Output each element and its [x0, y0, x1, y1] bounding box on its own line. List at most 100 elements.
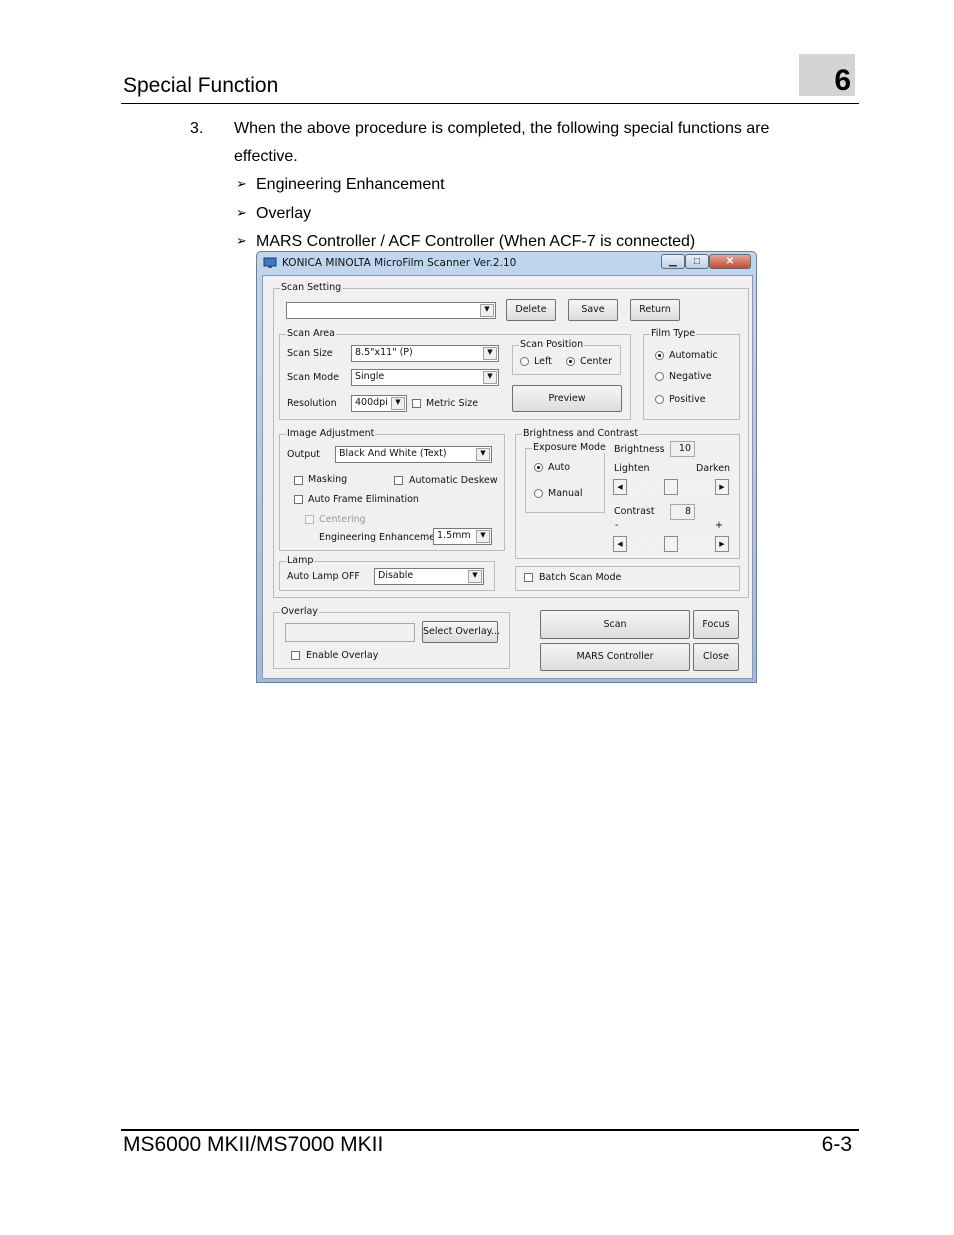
group-legend: Exposure Mode [532, 442, 607, 453]
engineering-enhancement-label: Engineering Enhancement [319, 532, 445, 543]
group-legend: Film Type [650, 328, 697, 339]
page-header-title: Special Function [123, 74, 279, 97]
group-legend: Scan Area [286, 328, 336, 339]
chevron-down-icon[interactable]: ▼ [483, 371, 497, 384]
footer-rule [121, 1129, 859, 1131]
combo-value: 1.5mm [437, 530, 471, 541]
step-number: 3. [190, 120, 204, 137]
position-left-radio[interactable] [520, 357, 529, 366]
footer-page-number: 6-3 [821, 1133, 852, 1156]
resolution-select[interactable]: 400dpi ▼ [351, 395, 407, 412]
brightness-slider[interactable]: ◀ ▶ [613, 479, 729, 495]
film-automatic-label: Automatic [669, 350, 718, 361]
slider-right-arrow[interactable]: ▶ [715, 536, 729, 552]
step-text-line2: effective. [234, 148, 298, 165]
bullet-marker: ➢ [236, 176, 247, 191]
scan-button[interactable]: Scan [540, 610, 690, 639]
brightness-label: Brightness [614, 444, 665, 455]
contrast-value-field: 8 [670, 504, 695, 520]
masking-label: Masking [308, 474, 348, 485]
film-automatic-radio[interactable] [655, 351, 664, 360]
window-client-area: Scan Setting ▼ Delete Save Return Scan A… [262, 275, 753, 679]
position-left-label: Left [534, 356, 552, 367]
chapter-tab: 6 [799, 54, 855, 97]
group-legend: Image Adjustment [286, 428, 376, 439]
step-text-line1: When the above procedure is completed, t… [234, 120, 770, 137]
chevron-down-icon[interactable]: ▼ [483, 347, 497, 360]
group-legend: Overlay [280, 606, 319, 617]
chevron-down-icon[interactable]: ▼ [476, 448, 490, 461]
chevron-down-icon[interactable]: ▼ [468, 570, 482, 583]
automatic-deskew-checkbox[interactable] [394, 476, 403, 485]
slider-left-arrow[interactable]: ◀ [613, 479, 627, 495]
output-select[interactable]: Black And White (Text) ▼ [335, 446, 492, 463]
brightness-value-field: 10 [670, 441, 695, 457]
slider-thumb[interactable] [664, 479, 678, 495]
contrast-plus-label: + [715, 520, 723, 531]
engineering-enhancement-select[interactable]: 1.5mm ▼ [433, 528, 492, 545]
exposure-manual-label: Manual [548, 488, 583, 499]
scanner-window: KONICA MINOLTA MicroFilm Scanner Ver.2.1… [256, 251, 757, 683]
auto-lamp-off-select[interactable]: Disable ▼ [374, 568, 484, 585]
slider-right-arrow[interactable]: ▶ [715, 479, 729, 495]
automatic-deskew-label: Automatic Deskew [409, 475, 498, 486]
mars-controller-button[interactable]: MARS Controller [540, 643, 690, 671]
footer-model: MS6000 MKII/MS7000 MKII [123, 1133, 384, 1156]
batch-scan-mode-checkbox[interactable] [524, 573, 533, 582]
scan-size-label: Scan Size [287, 348, 333, 359]
exposure-manual-radio[interactable] [534, 489, 543, 498]
chevron-down-icon[interactable]: ▼ [391, 397, 405, 410]
enable-overlay-checkbox[interactable] [291, 651, 300, 660]
combo-value: Black And White (Text) [339, 448, 447, 459]
auto-frame-elimination-checkbox[interactable] [294, 495, 303, 504]
masking-checkbox[interactable] [294, 476, 303, 485]
film-negative-radio[interactable] [655, 372, 664, 381]
chevron-down-icon[interactable]: ▼ [480, 304, 494, 317]
film-positive-label: Positive [669, 394, 706, 405]
close-button[interactable]: Close [693, 643, 739, 671]
focus-button[interactable]: Focus [693, 610, 739, 639]
contrast-label: Contrast [614, 506, 655, 517]
darken-label: Darken [696, 463, 731, 474]
contrast-minus-label: - [615, 520, 619, 531]
minimize-button[interactable]: ▁ [661, 254, 685, 269]
chevron-down-icon[interactable]: ▼ [476, 530, 490, 543]
window-title: KONICA MINOLTA MicroFilm Scanner Ver.2.1… [282, 257, 517, 269]
metric-size-label: Metric Size [426, 398, 479, 409]
combo-value: Single [355, 371, 385, 382]
maximize-button[interactable]: □ [685, 254, 709, 269]
bullet-item: Engineering Enhancement [256, 176, 445, 193]
brightness-value: 10 [678, 443, 691, 454]
slider-thumb[interactable] [664, 536, 678, 552]
position-center-radio[interactable] [566, 357, 575, 366]
contrast-slider[interactable]: ◀ ▶ [613, 536, 729, 552]
output-label: Output [287, 449, 320, 460]
chapter-number: 6 [834, 64, 851, 97]
scan-setting-combo[interactable]: ▼ [286, 302, 496, 319]
save-button[interactable]: Save [568, 299, 618, 321]
scan-size-select[interactable]: 8.5"x11" (P) ▼ [351, 345, 499, 362]
group-legend: Brightness and Contrast [522, 428, 640, 439]
delete-button[interactable]: Delete [506, 299, 556, 321]
combo-value: 8.5"x11" (P) [355, 347, 413, 358]
exposure-auto-label: Auto [548, 462, 571, 473]
film-positive-radio[interactable] [655, 395, 664, 404]
contrast-value: 8 [684, 506, 691, 517]
lighten-label: Lighten [614, 463, 650, 474]
centering-checkbox[interactable] [305, 515, 314, 524]
combo-value: Disable [378, 570, 414, 581]
metric-size-checkbox[interactable] [412, 399, 421, 408]
scan-mode-select[interactable]: Single ▼ [351, 369, 499, 386]
scan-mode-label: Scan Mode [287, 372, 339, 383]
exposure-auto-radio[interactable] [534, 463, 543, 472]
monitor-icon [263, 257, 277, 268]
return-button[interactable]: Return [630, 299, 680, 321]
close-window-button[interactable]: ✕ [709, 254, 751, 269]
slider-left-arrow[interactable]: ◀ [613, 536, 627, 552]
combo-value: 400dpi [355, 397, 388, 408]
overlay-path-field[interactable] [285, 623, 415, 642]
select-overlay-button[interactable]: Select Overlay... [422, 621, 500, 643]
film-negative-label: Negative [669, 371, 712, 382]
preview-button[interactable]: Preview [512, 385, 622, 412]
group-legend: Lamp [286, 555, 315, 566]
